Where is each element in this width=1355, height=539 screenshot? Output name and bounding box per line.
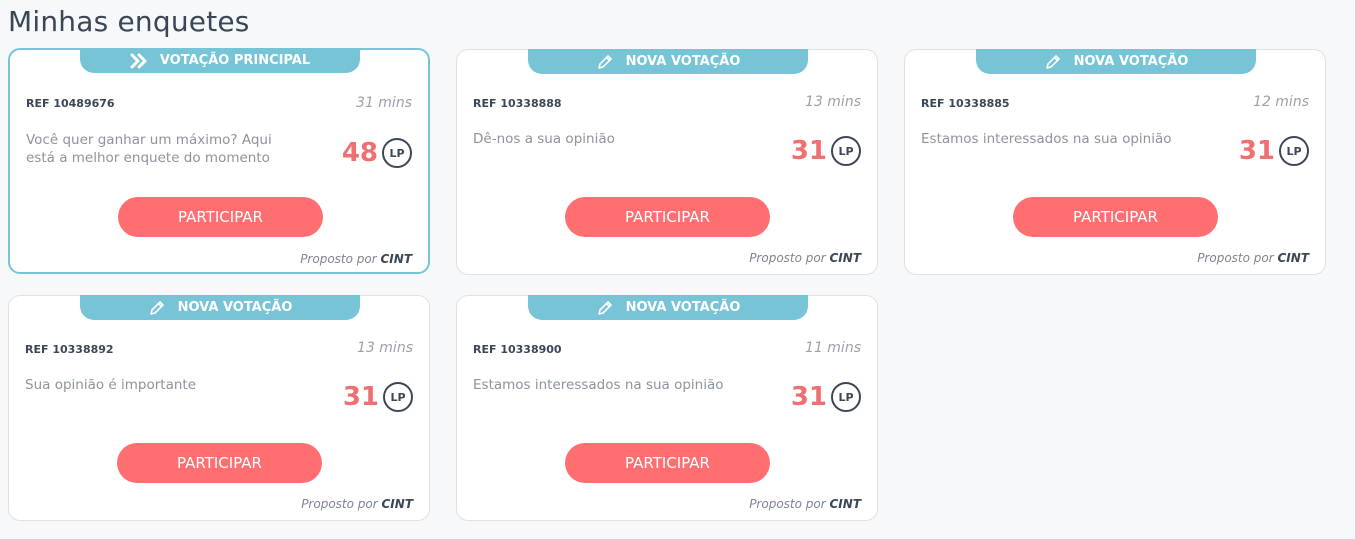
card-points: 31 LP <box>791 136 861 166</box>
card-points: 31 LP <box>1239 136 1309 166</box>
card-badge: NOVA VOTAÇÃO <box>528 49 808 74</box>
poll-card: NOVA VOTAÇÃO REF 10338900 11 mins Estamo… <box>456 295 878 521</box>
card-description: Você quer ganhar um máximo? Aqui está a … <box>26 132 272 166</box>
pencil-icon <box>1044 53 1062 71</box>
card-ref: REF 10338892 <box>25 343 114 356</box>
proposed-by: Proposto por CINT <box>1197 251 1309 265</box>
proposed-by: Proposto por CINT <box>300 252 412 266</box>
card-time: 13 mins <box>805 94 861 110</box>
card-description: Estamos interessados na sua opinião <box>921 131 1172 147</box>
page-title: Minhas enquetes <box>8 5 250 38</box>
proposed-by-prefix: Proposto por <box>1197 251 1274 265</box>
participate-button[interactable]: PARTICIPAR <box>565 443 770 483</box>
card-points: 31 LP <box>791 382 861 412</box>
card-ref: REF 10338885 <box>921 97 1010 110</box>
card-badge: NOVA VOTAÇÃO <box>528 295 808 320</box>
lp-currency-icon: LP <box>1279 136 1309 166</box>
proposed-by-name: CINT <box>381 497 414 511</box>
card-description: Dê-nos a sua opinião <box>473 131 615 147</box>
card-badge-label: NOVA VOTAÇÃO <box>625 300 741 315</box>
lp-currency-icon: LP <box>831 382 861 412</box>
card-ref: REF 10489676 <box>26 97 115 110</box>
poll-card: NOVA VOTAÇÃO REF 10338892 13 mins Sua op… <box>8 295 430 521</box>
proposed-by-prefix: Proposto por <box>749 497 826 511</box>
card-badge: NOVA VOTAÇÃO <box>80 295 360 320</box>
pencil-icon <box>148 299 166 317</box>
points-value: 31 <box>1238 136 1275 166</box>
poll-card: NOVA VOTAÇÃO REF 10338885 12 mins Estamo… <box>904 49 1326 275</box>
lp-currency-icon: LP <box>383 382 413 412</box>
lp-currency-icon: LP <box>831 136 861 166</box>
card-badge-label: VOTAÇÃO PRINCIPAL <box>159 53 311 68</box>
proposed-by-prefix: Proposto por <box>749 251 826 265</box>
poll-card: NOVA VOTAÇÃO REF 10338888 13 mins Dê-nos… <box>456 49 878 275</box>
proposed-by-prefix: Proposto por <box>300 252 377 266</box>
proposed-by-name: CINT <box>829 497 862 511</box>
card-time: 31 mins <box>356 95 412 111</box>
proposed-by-name: CINT <box>380 252 413 266</box>
card-badge: NOVA VOTAÇÃO <box>976 49 1256 74</box>
card-ref: REF 10338888 <box>473 97 562 110</box>
participate-button[interactable]: PARTICIPAR <box>1013 197 1218 237</box>
pencil-icon <box>596 299 614 317</box>
card-time: 12 mins <box>1253 94 1309 110</box>
points-value: 48 <box>341 138 378 168</box>
card-points: 48 LP <box>342 138 412 168</box>
card-badge: VOTAÇÃO PRINCIPAL <box>80 48 360 73</box>
proposed-by-prefix: Proposto por <box>301 497 378 511</box>
card-badge-label: NOVA VOTAÇÃO <box>1073 54 1189 69</box>
points-value: 31 <box>790 136 827 166</box>
card-points: 31 LP <box>343 382 413 412</box>
card-time: 11 mins <box>805 340 861 356</box>
points-value: 31 <box>790 382 827 412</box>
proposed-by: Proposto por CINT <box>749 497 861 511</box>
card-time: 13 mins <box>357 340 413 356</box>
card-description: Estamos interessados na sua opinião <box>473 377 724 393</box>
card-badge-label: NOVA VOTAÇÃO <box>177 300 293 315</box>
proposed-by-name: CINT <box>829 251 862 265</box>
proposed-by: Proposto por CINT <box>301 497 413 511</box>
proposed-by-name: CINT <box>1277 251 1310 265</box>
pencil-icon <box>596 53 614 71</box>
points-value: 31 <box>342 382 379 412</box>
card-ref: REF 10338900 <box>473 343 562 356</box>
participate-button[interactable]: PARTICIPAR <box>565 197 770 237</box>
participate-button[interactable]: PARTICIPAR <box>117 443 322 483</box>
poll-card-featured: VOTAÇÃO PRINCIPAL REF 10489676 31 mins V… <box>8 48 430 274</box>
lp-currency-icon: LP <box>382 138 412 168</box>
proposed-by: Proposto por CINT <box>749 251 861 265</box>
card-badge-label: NOVA VOTAÇÃO <box>625 54 741 69</box>
participate-button[interactable]: PARTICIPAR <box>118 197 323 237</box>
card-description: Sua opinião é importante <box>25 377 196 393</box>
double-chevron-right-icon <box>130 52 148 70</box>
